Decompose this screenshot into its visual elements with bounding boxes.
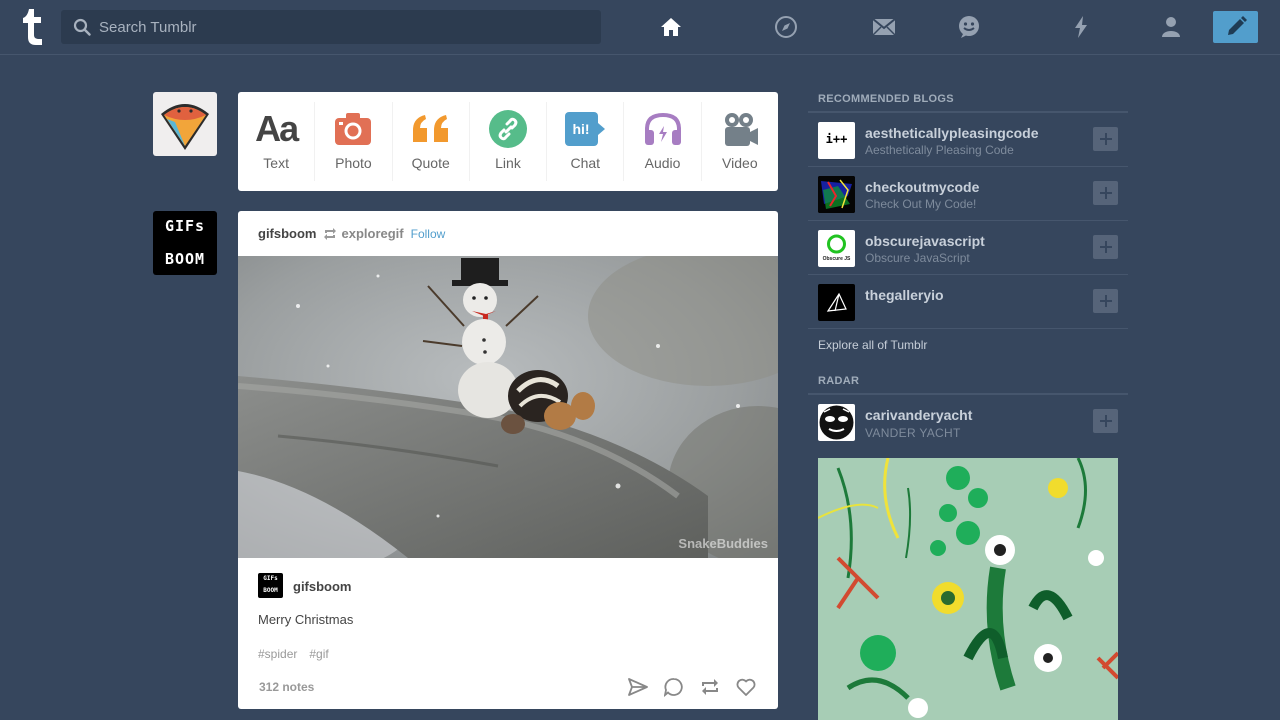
post-tag[interactable]: #spider <box>258 647 297 661</box>
post-type-label: Link <box>495 155 521 171</box>
blog-name[interactable]: obscurejavascript <box>865 233 985 249</box>
post-type-link[interactable]: Link <box>470 102 548 181</box>
post-notes-count[interactable]: 312 notes <box>259 680 314 694</box>
post-actions <box>628 677 756 697</box>
blog-title: Obscure JavaScript <box>865 251 970 265</box>
compose-button[interactable] <box>1213 11 1258 43</box>
user-avatar[interactable] <box>153 92 217 156</box>
radar-post-image[interactable] <box>818 458 1118 720</box>
tumblr-logo-icon[interactable] <box>20 9 44 45</box>
post-footer-blog-name[interactable]: gifsboom <box>293 579 352 594</box>
plus-icon <box>1099 295 1112 307</box>
post-type-label: Chat <box>570 155 601 171</box>
follow-plus-button[interactable] <box>1093 127 1118 151</box>
reblog-small-icon <box>323 227 336 240</box>
post-type-audio[interactable]: Audio <box>624 102 702 181</box>
footer-avatar-text-bottom: BOOM <box>263 587 278 594</box>
reply-icon[interactable] <box>664 677 684 697</box>
post-tags: #spider #gif <box>258 647 329 661</box>
messaging-icon[interactable] <box>956 14 982 40</box>
blog-name[interactable]: carivanderyacht <box>865 407 972 423</box>
post-tag[interactable]: #gif <box>309 647 328 661</box>
radar-title: RADAR <box>808 374 1128 395</box>
radar-blog-item[interactable]: carivanderyacht VANDER YACHT <box>808 395 1128 451</box>
search-icon <box>73 18 91 36</box>
blog-avatar[interactable] <box>818 404 855 441</box>
headphones-icon <box>641 109 685 149</box>
recommended-blog-item[interactable]: Obscure JS obscurejavascript Obscure Jav… <box>808 221 1128 275</box>
avatar-text-bottom: BOOM <box>164 250 206 268</box>
post-type-photo[interactable]: Photo <box>315 102 393 181</box>
plus-icon <box>1099 133 1112 145</box>
account-icon[interactable] <box>1158 14 1184 40</box>
explore-all-link[interactable]: Explore all of Tumblr <box>808 329 1128 374</box>
avatar-text-top: GIFs <box>164 217 206 235</box>
blog-title: Check Out My Code! <box>865 197 977 211</box>
chat-icon: hi! <box>563 109 607 149</box>
post-type-quote[interactable]: Quote <box>393 102 470 181</box>
blog-name[interactable]: thegalleryio <box>865 287 944 303</box>
plus-icon <box>1099 241 1112 253</box>
video-camera-icon <box>718 109 762 149</box>
post-type-label: Text <box>263 155 289 171</box>
recommended-blog-item[interactable]: thegalleryio <box>808 275 1128 329</box>
post-type-label: Photo <box>335 155 372 171</box>
post-type-label: Video <box>722 155 758 171</box>
inbox-icon[interactable] <box>871 14 897 40</box>
like-icon[interactable] <box>736 677 756 697</box>
blog-title: VANDER YACHT <box>865 426 961 440</box>
recommended-blog-item[interactable]: i++ aestheticallypleasingcode Aesthetica… <box>808 113 1128 167</box>
follow-plus-button[interactable] <box>1093 289 1118 313</box>
post-card: gifsboom exploregif Follow SnakeBuddies … <box>238 211 778 709</box>
reblog-source-name[interactable]: exploregif <box>342 226 404 241</box>
blog-avatar[interactable]: Obscure JS <box>818 230 855 267</box>
post-caption: Merry Christmas <box>258 612 354 627</box>
post-type-chat[interactable]: hi! Chat <box>547 102 625 181</box>
plus-icon <box>1099 187 1112 199</box>
reblog-icon[interactable] <box>700 677 720 697</box>
blog-name[interactable]: aestheticallypleasingcode <box>865 125 1039 141</box>
follow-plus-button[interactable] <box>1093 409 1118 433</box>
share-icon[interactable] <box>628 677 648 697</box>
footer-avatar-text-top: GIFs <box>263 575 278 582</box>
post-author-avatar[interactable]: GIFs BOOM <box>153 211 217 275</box>
blog-title: Aesthetically Pleasing Code <box>865 143 1014 157</box>
post-gif-image[interactable]: SnakeBuddies <box>238 256 778 558</box>
search-bar[interactable] <box>61 10 601 44</box>
follow-plus-button[interactable] <box>1093 181 1118 205</box>
camera-icon <box>331 109 375 149</box>
post-header: gifsboom exploregif Follow <box>258 226 445 241</box>
link-icon <box>486 109 530 149</box>
blog-avatar[interactable] <box>818 176 855 213</box>
search-input[interactable] <box>99 10 589 44</box>
blog-name[interactable]: checkoutmycode <box>865 179 979 195</box>
post-type-label: Quote <box>411 155 450 171</box>
quote-icon <box>409 109 453 149</box>
activity-icon[interactable] <box>1068 14 1094 40</box>
blog-avatar-text: Obscure JS <box>822 256 851 262</box>
recommended-blog-item[interactable]: checkoutmycode Check Out My Code! <box>808 167 1128 221</box>
top-bar <box>0 0 1280 55</box>
home-icon[interactable] <box>658 14 684 40</box>
post-type-selector: Aa Text Photo Quote Link hi! Chat Audio <box>238 92 778 191</box>
svg-text:hi!: hi! <box>573 121 590 137</box>
blog-avatar[interactable] <box>818 284 855 321</box>
text-post-icon: Aa <box>255 108 299 149</box>
gif-watermark: SnakeBuddies <box>678 536 768 551</box>
explore-icon[interactable] <box>773 14 799 40</box>
sidebar: RECOMMENDED BLOGS i++ aestheticallypleas… <box>808 92 1128 451</box>
pencil-icon <box>1227 16 1247 35</box>
plus-icon <box>1099 415 1112 427</box>
post-type-text[interactable]: Aa Text <box>238 102 316 181</box>
post-type-label: Audio <box>644 155 681 171</box>
blog-avatar[interactable]: i++ <box>818 122 855 159</box>
post-blog-name[interactable]: gifsboom <box>258 226 317 241</box>
post-footer-avatar[interactable]: GIFs BOOM <box>258 573 283 598</box>
recommended-blogs-title: RECOMMENDED BLOGS <box>808 92 1128 113</box>
post-type-video[interactable]: Video <box>702 102 778 181</box>
blog-avatar-text: i++ <box>825 132 848 146</box>
follow-link[interactable]: Follow <box>411 227 446 241</box>
follow-plus-button[interactable] <box>1093 235 1118 259</box>
